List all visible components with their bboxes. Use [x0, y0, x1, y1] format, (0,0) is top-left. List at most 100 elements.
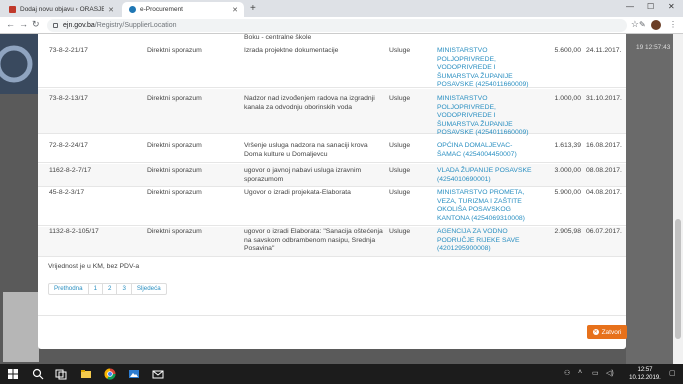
contract-value: 2.905,98 — [554, 228, 581, 235]
minimize-icon[interactable]: — — [626, 2, 634, 11]
contracting-authority-link[interactable]: MINISTARSTVO PROMETA, VEZA, TURIZMA I ZA… — [437, 189, 535, 223]
people-icon[interactable]: ⚇ — [564, 369, 570, 377]
contract-type: Usluge — [389, 189, 411, 196]
contract-subject: ugovor o izradi Elaborata: "Sanacija ošt… — [244, 228, 383, 252]
tab-title: Dodaj novu objavu ‹ ORAŠJE NET — [20, 6, 105, 13]
tab-orasje[interactable]: Dodaj novu objavu ‹ ORAŠJE NET ✕ — [2, 2, 120, 17]
pagination-next[interactable]: Sljedeća — [132, 284, 166, 294]
pagination-page-3[interactable]: 3 — [117, 284, 132, 294]
top-cutoff-text: Boku - centralne škole — [244, 34, 312, 41]
contract-value: 1.000,00 — [554, 95, 581, 102]
contract-subject: Nadzor nad izvođenjem radova na izgradnj… — [244, 95, 375, 111]
contract-value: 5.900,00 — [554, 189, 581, 196]
procedure-type: Direktni sporazum — [147, 167, 202, 174]
windows-start-icon[interactable] — [7, 368, 19, 380]
table-row: 73-8-2-13/17 Direktni sporazum Nadzor na… — [38, 89, 626, 136]
close-button[interactable]: ✕ Zatvori — [587, 325, 627, 339]
mail-icon[interactable] — [152, 368, 164, 380]
pagination: Prethodna 1 2 3 Sljedeća — [48, 283, 167, 295]
photos-icon[interactable] — [128, 368, 140, 380]
contracting-authority-link[interactable]: MINISTARSTVO POLJOPRIVREDE, VODOPRIVREDE… — [437, 95, 535, 138]
agency-logo — [3, 292, 39, 362]
extension-icon[interactable]: ✎ — [639, 20, 646, 29]
procedure-type: Direktni sporazum — [147, 47, 202, 54]
url-path: /Registry/SupplierLocation — [94, 22, 177, 29]
contract-type: Usluge — [389, 142, 411, 149]
contracting-authority-link[interactable]: AGENCIJA ZA VODNO PODRUČJE RIJEKE SAVE (… — [437, 228, 535, 254]
file-explorer-icon[interactable] — [80, 368, 92, 380]
forward-icon[interactable]: → — [19, 19, 28, 29]
contract-type: Usluge — [389, 167, 411, 174]
url-host: ejn.gov.ba — [63, 22, 95, 29]
back-icon[interactable]: ← — [6, 19, 15, 29]
contract-subject: Vršenje usluga nadzora na sanaciji krova… — [244, 142, 368, 158]
contract-number: 72-8-2-24/17 — [49, 142, 88, 149]
close-tab-icon[interactable]: ✕ — [108, 6, 114, 14]
taskbar-date: 10.12.2019. — [629, 375, 661, 381]
supplier-location-modal: Boku - centralne škole 73-8-2-21/17 Dire… — [38, 34, 627, 349]
contract-date: 08.08.2017. — [586, 167, 622, 174]
contracting-authority-link[interactable]: VLADA ŽUPANIJE POSAVSKE (4254010690001) — [437, 167, 535, 184]
page-scrollbar[interactable] — [673, 34, 683, 364]
task-view-icon[interactable] — [55, 368, 67, 380]
contract-date: 04.08.2017. — [586, 189, 622, 196]
pagination-previous[interactable]: Prethodna — [49, 284, 89, 294]
contract-number: 1162-8-2-7/17 — [49, 167, 92, 174]
page-content: 19 12:57:43 Boku - centralne škole 73-8-… — [0, 34, 683, 364]
notifications-icon[interactable]: ▢ — [669, 369, 676, 377]
contract-number: 73-8-2-21/17 — [49, 47, 88, 54]
network-icon[interactable]: ▭ — [592, 369, 599, 377]
menu-icon[interactable]: ⋮ — [669, 20, 677, 29]
value-note: Vrijednost je u KM, bez PDV-a — [48, 263, 140, 270]
tab-eprocurement[interactable]: e-Procurement ✕ — [122, 2, 244, 17]
contract-date: 16.08.2017. — [586, 142, 622, 149]
contract-subject: ugovor o javnoj nabavi usluga izravnim s… — [244, 167, 362, 183]
search-icon[interactable] — [32, 368, 44, 380]
eprocurement-icon — [129, 6, 136, 13]
close-window-icon[interactable]: ✕ — [668, 2, 675, 11]
procedure-type: Direktni sporazum — [147, 228, 202, 235]
maximize-icon[interactable]: ☐ — [647, 2, 654, 11]
contract-date: 31.10.2017. — [586, 95, 622, 102]
tab-title: e-Procurement — [140, 6, 183, 13]
volume-icon[interactable]: ◁) — [606, 369, 614, 377]
contract-value: 3.000,00 — [554, 167, 581, 174]
close-circle-icon: ✕ — [592, 329, 599, 335]
wordpress-icon — [9, 6, 16, 13]
contracting-authority-link[interactable]: MINISTARSTVO POLJOPRIVREDE, VODOPRIVREDE… — [437, 47, 535, 90]
site-clock: 19 12:57:43 — [636, 44, 671, 51]
address-bar: ← → ↻ ejn.gov.ba /Registry/SupplierLocat… — [0, 17, 683, 34]
contract-type: Usluge — [389, 228, 411, 235]
contract-date: 24.11.2017. — [586, 47, 622, 54]
chrome-icon[interactable] — [104, 368, 116, 380]
contract-subject: Ugovor o izradi projekata-Elaborata — [244, 189, 351, 196]
bookmark-star-icon[interactable]: ☆ — [631, 19, 639, 30]
windows-taskbar: ⚇ ˄ ▭ ◁) 12:57 10.12.2019. ▢ — [0, 364, 683, 384]
tab-strip: Dodaj novu objavu ‹ ORAŠJE NET ✕ e-Procu… — [0, 0, 683, 17]
pagination-page-1[interactable]: 1 — [89, 284, 104, 294]
contract-date: 06.07.2017. — [586, 228, 622, 235]
site-logo-icon — [0, 45, 33, 83]
table-row: 1162-8-2-7/17 Direktni sporazum ugovor o… — [38, 164, 626, 187]
table-row: 72-8-2-24/17 Direktni sporazum Vršenje u… — [38, 135, 626, 163]
contract-number: 45-8-2-3/17 — [49, 189, 85, 196]
taskbar-time: 12:57 — [637, 367, 653, 373]
contract-type: Usluge — [389, 47, 411, 54]
table-row: 45-8-2-3/17 Direktni sporazum Ugovor o i… — [38, 188, 626, 226]
avatar[interactable] — [651, 20, 661, 30]
reload-icon[interactable]: ↻ — [32, 19, 40, 30]
procedure-type: Direktni sporazum — [147, 95, 202, 102]
close-button-label: Zatvori — [601, 328, 622, 336]
close-tab-icon[interactable]: ✕ — [232, 6, 238, 14]
url-field[interactable]: ejn.gov.ba /Registry/SupplierLocation ☆ — [47, 19, 639, 32]
contract-number: 1132-8-2-105/17 — [49, 228, 99, 235]
taskbar-clock[interactable]: 12:57 10.12.2019. — [626, 366, 664, 382]
show-hidden-icons-icon[interactable]: ˄ — [578, 369, 582, 376]
modal-footer-divider — [38, 315, 626, 316]
pagination-page-2[interactable]: 2 — [103, 284, 118, 294]
procedure-type: Direktni sporazum — [147, 142, 202, 149]
scrollbar-thumb[interactable] — [675, 219, 681, 339]
new-tab-icon[interactable]: + — [250, 3, 256, 14]
procedure-type: Direktni sporazum — [147, 189, 202, 196]
contracting-authority-link[interactable]: OPĆINA DOMALJEVAC-ŠAMAC (4254004450007) — [437, 142, 535, 159]
